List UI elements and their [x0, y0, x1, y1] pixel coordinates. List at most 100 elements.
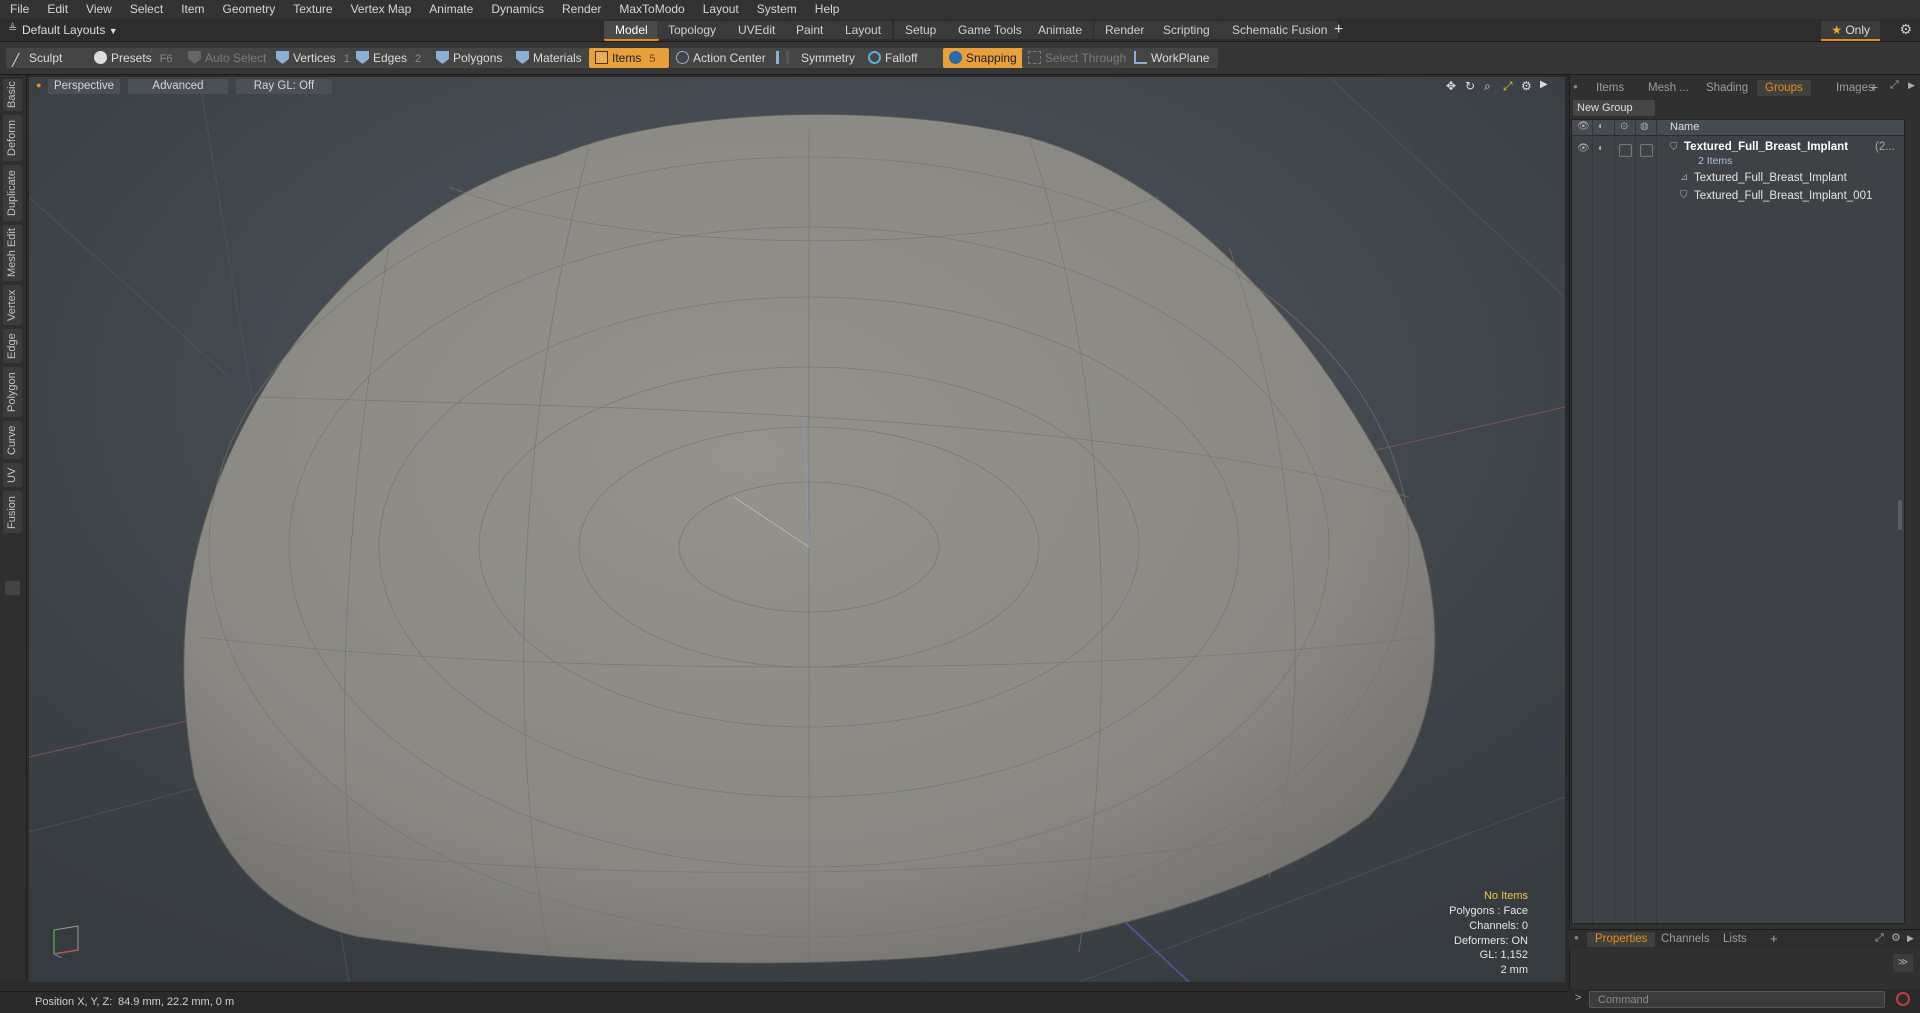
vtab-deform[interactable]: Deform — [3, 115, 22, 161]
tab-shading[interactable]: Shading — [1698, 80, 1756, 96]
workplane-button[interactable]: WorkPlane — [1128, 48, 1218, 68]
edges-button[interactable]: Edges 2 — [350, 48, 436, 68]
vtab-fusion[interactable]: Fusion — [3, 491, 22, 533]
menu-animate[interactable]: Animate — [420, 0, 482, 19]
list-scrollbar[interactable] — [1898, 500, 1902, 530]
menu-geometry[interactable]: Geometry — [214, 0, 285, 19]
tab-setup[interactable]: Setup — [894, 21, 948, 39]
advanced-button[interactable]: Advanced — [128, 79, 228, 94]
tab-animate[interactable]: Animate — [1027, 21, 1094, 39]
fit-view-icon[interactable]: ⤢ — [1503, 79, 1513, 94]
layouts-dropdown[interactable]: Default Layouts ▼ — [22, 19, 118, 41]
menu-system[interactable]: System — [748, 0, 806, 19]
vtab-basic[interactable]: Basic — [3, 79, 22, 111]
zoom-view-icon[interactable]: ⌕ — [1484, 79, 1491, 94]
visibility-toggle-icon[interactable]: 👁 — [1577, 143, 1590, 154]
3d-viewport[interactable] — [29, 77, 1565, 982]
menu-select[interactable]: Select — [121, 0, 172, 19]
render-toggle-icon[interactable]: ◐ — [1598, 143, 1604, 154]
gear-icon[interactable]: ⚙ — [1899, 21, 1912, 38]
add-tab-icon[interactable]: + — [1770, 931, 1778, 946]
gear-icon[interactable]: ⚙ — [1891, 931, 1901, 944]
vertices-button[interactable]: Vertices 1 — [270, 48, 356, 68]
add-tab-icon[interactable]: + — [1334, 19, 1343, 41]
select-header-icon[interactable]: ◍ — [1640, 121, 1649, 132]
tab-scripting[interactable]: Scripting — [1152, 21, 1221, 39]
perspective-button[interactable]: Perspective — [48, 79, 120, 94]
vtab-duplicate[interactable]: Duplicate — [3, 165, 22, 221]
panel-dot-icon[interactable]: ● — [1574, 933, 1579, 942]
move-view-icon[interactable]: ✥ — [1446, 79, 1456, 93]
select-checkbox[interactable] — [1640, 144, 1653, 157]
snapping-button[interactable]: Snapping — [943, 48, 1029, 68]
group-row[interactable]: 👁 ◐ ⛉ Textured_Full_Breast_Implant (2...… — [1572, 138, 1904, 170]
only-button[interactable]: ★ Only — [1821, 21, 1880, 41]
select-through-button[interactable]: Select Through — [1022, 48, 1132, 68]
menu-vertex-map[interactable]: Vertex Map — [342, 0, 421, 19]
lock-checkbox[interactable] — [1619, 144, 1632, 157]
falloff-button[interactable]: Falloff — [862, 48, 948, 68]
panel-menu-arrow-icon[interactable]: ▶ — [1908, 80, 1915, 91]
maximize-icon[interactable]: ⤢ — [1890, 79, 1899, 92]
action-center-button[interactable]: Action Center — [670, 48, 776, 68]
command-input[interactable]: Command — [1589, 991, 1885, 1008]
polygons-button[interactable]: Polygons — [430, 48, 510, 68]
menu-maxtomodo[interactable]: MaxToModo — [610, 0, 693, 19]
lock-header-icon[interactable]: ⊙ — [1620, 121, 1628, 132]
viewport-menu-arrow-icon[interactable]: ▶ — [1540, 79, 1548, 90]
rotate-view-icon[interactable]: ↻ — [1465, 79, 1475, 93]
materials-button[interactable]: Materials — [510, 48, 596, 68]
list-item[interactable]: ⊿ Textured_Full_Breast_Implant — [1572, 170, 1904, 188]
menu-render[interactable]: Render — [553, 0, 610, 19]
auto-select-button[interactable]: Auto Select — [182, 48, 276, 68]
visibility-header-icon[interactable]: 👁 — [1577, 121, 1590, 132]
sculpt-button[interactable]: ╱ Sculpt — [6, 48, 98, 68]
vtab-vertex[interactable]: Vertex — [3, 285, 22, 325]
tab-model[interactable]: Model — [604, 21, 659, 41]
new-group-button[interactable]: New Group — [1573, 100, 1655, 116]
items-button[interactable]: Items 5 — [589, 48, 669, 68]
maximize-icon[interactable]: ⤢ — [1875, 932, 1884, 945]
menu-edit[interactable]: Edit — [38, 0, 77, 19]
tab-paint[interactable]: Paint — [785, 21, 835, 39]
menu-view[interactable]: View — [77, 0, 121, 19]
menu-file[interactable]: File — [0, 0, 38, 19]
menu-texture[interactable]: Texture — [284, 0, 341, 19]
symmetry-button[interactable]: Symmetry — [770, 48, 868, 68]
vtab-edge[interactable]: Edge — [3, 329, 22, 363]
tab-game-tools[interactable]: Game Tools — [947, 21, 1033, 39]
expand-panel-icon[interactable] — [5, 581, 20, 595]
tab-layout[interactable]: Layout — [834, 21, 893, 39]
menu-dynamics[interactable]: Dynamics — [482, 0, 553, 19]
tab-lists[interactable]: Lists — [1715, 932, 1755, 947]
menu-item[interactable]: Item — [172, 0, 213, 19]
record-icon[interactable] — [1896, 992, 1910, 1006]
vtab-uv[interactable]: UV — [3, 463, 22, 487]
raygl-button[interactable]: Ray GL: Off — [236, 79, 332, 94]
collapse-icon[interactable]: ≜ — [8, 22, 17, 35]
menu-layout[interactable]: Layout — [694, 0, 748, 19]
list-item[interactable]: ⛉ Textured_Full_Breast_Implant_001 — [1572, 188, 1904, 206]
tab-properties[interactable]: Properties — [1587, 932, 1656, 947]
panel-menu-arrow-icon[interactable]: ▶ — [1907, 933, 1914, 944]
tab-groups[interactable]: Groups — [1757, 80, 1811, 96]
tab-uvedit[interactable]: UVEdit — [727, 21, 787, 39]
vtab-polygon[interactable]: Polygon — [3, 367, 22, 417]
tab-schematic-fusion[interactable]: Schematic Fusion — [1221, 21, 1339, 39]
render-header-icon[interactable]: ◐ — [1598, 121, 1604, 132]
viewport-dot-icon[interactable]: ● — [36, 80, 41, 90]
viewport-settings-icon[interactable]: ⚙ — [1521, 79, 1532, 93]
menu-help[interactable]: Help — [806, 0, 849, 19]
name-header[interactable]: Name — [1670, 121, 1699, 133]
tab-channels[interactable]: Channels — [1653, 932, 1718, 947]
tab-render[interactable]: Render — [1094, 21, 1156, 39]
tab-mesh[interactable]: Mesh ... — [1640, 80, 1697, 96]
expand-properties-icon[interactable]: ≫ — [1893, 954, 1913, 972]
tab-items[interactable]: Items — [1588, 80, 1632, 96]
add-tab-icon[interactable]: + — [1870, 79, 1878, 95]
presets-button[interactable]: Presets F6 — [88, 48, 186, 68]
tab-topology[interactable]: Topology — [657, 21, 728, 39]
vtab-curve[interactable]: Curve — [3, 421, 22, 459]
vtab-mesh-edit[interactable]: Mesh Edit — [3, 225, 22, 281]
panel-dot-icon[interactable]: ● — [1573, 82, 1578, 91]
